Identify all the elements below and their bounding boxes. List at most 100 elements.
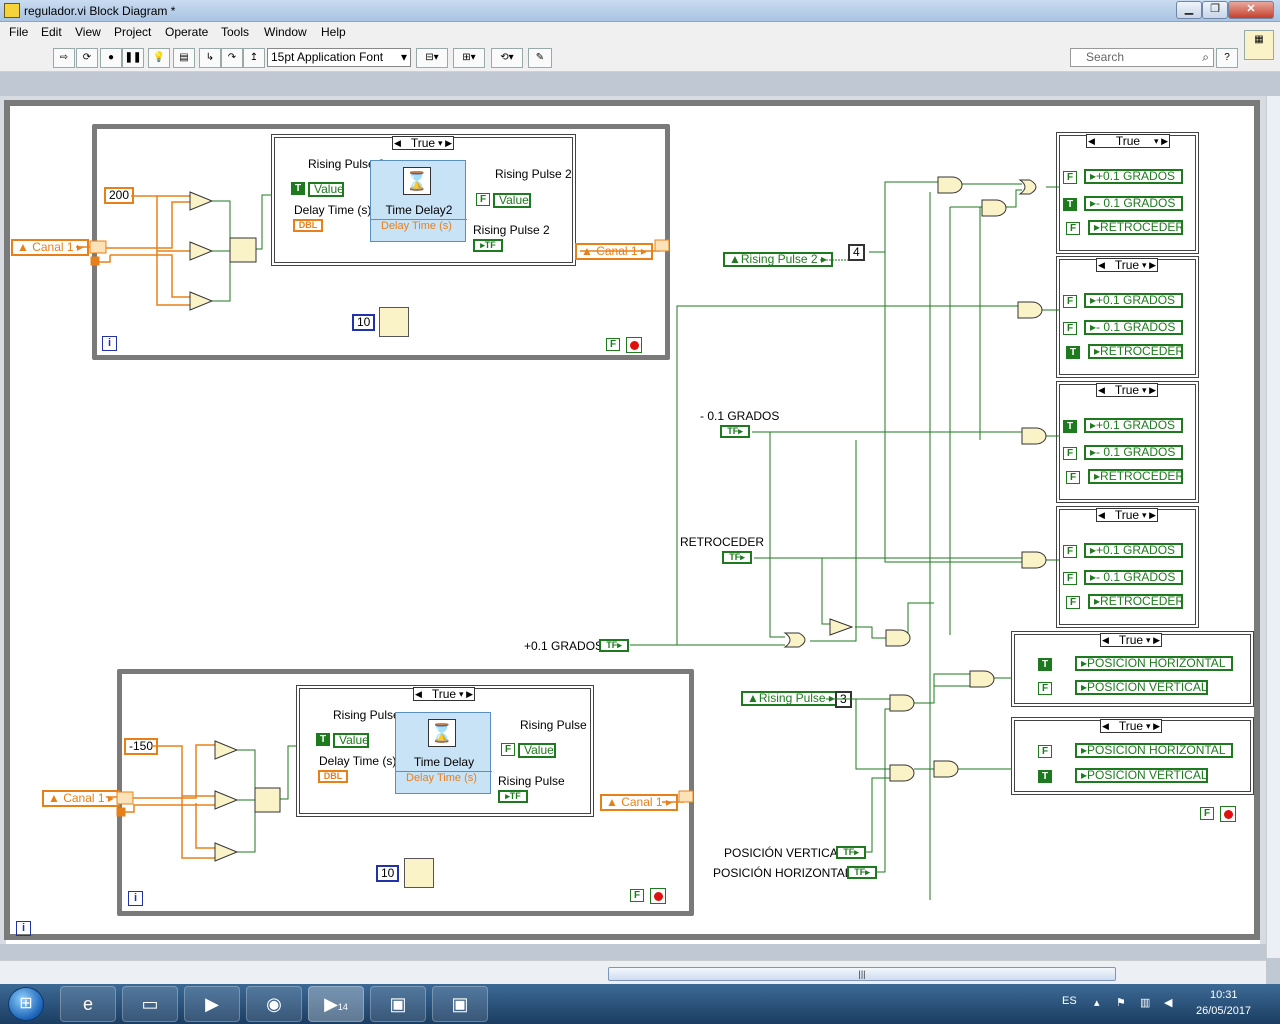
run-arrow-icon[interactable]: ⇨ bbox=[53, 48, 75, 68]
case-2-item-3-const[interactable]: T bbox=[1066, 346, 1080, 359]
top-rising-pulse-value-in[interactable]: Value bbox=[308, 182, 344, 197]
bottom-threshold-constant[interactable]: -150 bbox=[124, 738, 159, 755]
internet-explorer-icon[interactable]: e bbox=[60, 986, 116, 1022]
rising-pulse-local[interactable]: ▲Rising Pulse ▸ bbox=[741, 691, 841, 706]
case-4-item-1[interactable]: ▸+0.1 GRADOS bbox=[1084, 543, 1183, 558]
case-6-item-2[interactable]: ▸POSICIÓN VERTICAL bbox=[1075, 768, 1208, 783]
font-select[interactable]: 15pt Application Font ▾ bbox=[267, 48, 411, 67]
run-continuously-icon[interactable]: ⟳ bbox=[76, 48, 98, 68]
close-button[interactable]: ✕ bbox=[1228, 1, 1274, 19]
top-threshold-constant[interactable]: 200 bbox=[104, 187, 135, 204]
case-3-item-1[interactable]: ▸+0.1 GRADOS bbox=[1084, 418, 1183, 433]
bottom-rising-pulse-value-out[interactable]: Value bbox=[518, 743, 556, 758]
case-structure-3[interactable] bbox=[1056, 381, 1199, 503]
pos-vertical-control[interactable]: TF▸ bbox=[836, 846, 866, 859]
case-1-item-3[interactable]: ▸RETROCEDER bbox=[1088, 220, 1184, 235]
top-channel-in-control[interactable]: ▲ Canal 1 ▸ bbox=[11, 239, 89, 256]
file-explorer-icon[interactable]: ▭ bbox=[122, 986, 178, 1022]
menu-window[interactable]: Window bbox=[264, 25, 307, 39]
chrome-icon[interactable]: ◉ bbox=[246, 986, 302, 1022]
case-6-item-1-const[interactable]: F bbox=[1038, 745, 1052, 758]
labview-front-panel-icon[interactable]: ▣ bbox=[370, 986, 426, 1022]
menu-project[interactable]: Project bbox=[114, 25, 151, 39]
align-objects-icon[interactable]: ⊟▾ bbox=[416, 48, 448, 68]
case-1-selector[interactable]: True bbox=[1086, 134, 1170, 148]
top-true-constant[interactable]: T bbox=[291, 182, 305, 195]
cleanup-diagram-icon[interactable]: ✎ bbox=[528, 48, 552, 68]
bottom-case-selector[interactable]: True bbox=[413, 687, 475, 701]
case-6-item-2-const[interactable]: T bbox=[1038, 770, 1052, 783]
abort-icon[interactable]: ● bbox=[100, 48, 122, 68]
case-5-item-1-const[interactable]: T bbox=[1038, 658, 1052, 671]
minimize-button[interactable]: ▁ bbox=[1176, 1, 1202, 19]
case-4-item-1-const[interactable]: F bbox=[1063, 545, 1077, 558]
bottom-false-constant[interactable]: F bbox=[501, 743, 515, 756]
language-indicator[interactable]: ES bbox=[1062, 995, 1077, 1007]
reorder-icon[interactable]: ⟲▾ bbox=[491, 48, 523, 68]
maximize-button[interactable]: ❐ bbox=[1202, 1, 1228, 19]
case-1-item-2[interactable]: ▸- 0.1 GRADOS bbox=[1084, 196, 1183, 211]
bottom-wait-ms-constant[interactable]: 10 bbox=[376, 865, 400, 882]
case-5-item-2[interactable]: ▸POSICIÓN VERTICAL bbox=[1075, 680, 1208, 695]
labview-taskbar-icon[interactable]: ▶14 bbox=[308, 986, 364, 1022]
case-2-item-1-const[interactable]: F bbox=[1063, 295, 1077, 308]
windows-start-icon[interactable]: ⊞ bbox=[8, 987, 44, 1021]
volume-icon[interactable]: ◀ bbox=[1164, 996, 1172, 1009]
top-stop-terminal[interactable]: F bbox=[606, 337, 644, 353]
case-structure-4[interactable] bbox=[1056, 506, 1199, 628]
bottom-channel-in-control[interactable]: ▲ Canal 1 ▸ bbox=[42, 790, 120, 807]
horizontal-scroll-thumb[interactable]: ||| bbox=[608, 967, 1116, 981]
top-wait-ms-icon[interactable] bbox=[379, 307, 409, 337]
case-2-item-2-const[interactable]: F bbox=[1063, 322, 1077, 335]
case-3-item-1-const[interactable]: T bbox=[1063, 420, 1077, 433]
case-5-item-2-const[interactable]: F bbox=[1038, 682, 1052, 695]
search-input[interactable]: Search ⌕ bbox=[1070, 48, 1214, 67]
retain-wire-values-icon[interactable]: ▤ bbox=[173, 48, 195, 68]
step-out-icon[interactable]: ↥ bbox=[243, 48, 265, 68]
bottom-time-delay-block[interactable]: ⌛ Time Delay Delay Time (s) bbox=[395, 712, 492, 794]
case-4-selector[interactable]: True bbox=[1096, 508, 1158, 522]
top-time-delay-block[interactable]: ⌛ Time Delay2 Delay Time (s) bbox=[370, 160, 467, 242]
case-1-item-1-const[interactable]: F bbox=[1063, 171, 1077, 184]
vertical-scrollbar[interactable] bbox=[1266, 96, 1280, 958]
case-4-item-2[interactable]: ▸- 0.1 GRADOS bbox=[1084, 570, 1183, 585]
top-dbl-control[interactable]: DBL bbox=[293, 219, 323, 232]
step-over-icon[interactable]: ↷ bbox=[221, 48, 243, 68]
case-2-item-1[interactable]: ▸+0.1 GRADOS bbox=[1084, 293, 1183, 308]
pause-icon[interactable]: ❚❚ bbox=[122, 48, 144, 68]
menu-operate[interactable]: Operate bbox=[165, 25, 208, 39]
case-4-item-2-const[interactable]: F bbox=[1063, 572, 1077, 585]
constant-4[interactable]: 4 bbox=[848, 244, 865, 261]
bottom-channel-out-indicator[interactable]: ▲ Canal 1 ▸ bbox=[600, 794, 678, 811]
action-center-icon[interactable]: ⚑ bbox=[1116, 996, 1126, 1009]
case-2-item-3[interactable]: ▸RETROCEDER bbox=[1088, 344, 1184, 359]
top-wait-ms-constant[interactable]: 10 bbox=[352, 314, 376, 331]
case-2-selector[interactable]: True bbox=[1096, 258, 1158, 272]
outer-stop-terminal[interactable]: F bbox=[1200, 806, 1238, 822]
bottom-dbl-control[interactable]: DBL bbox=[318, 770, 348, 783]
menu-edit[interactable]: Edit bbox=[41, 25, 62, 39]
bottom-stop-terminal[interactable]: F bbox=[630, 888, 668, 904]
top-delay-time-port[interactable]: Delay Time (s) bbox=[371, 219, 467, 233]
context-help-icon[interactable]: ? bbox=[1216, 48, 1238, 68]
case-3-item-2[interactable]: ▸- 0.1 GRADOS bbox=[1084, 445, 1183, 460]
vi-icon[interactable]: ▦ bbox=[1244, 30, 1274, 60]
retroceder-control[interactable]: TF▸ bbox=[722, 551, 752, 564]
rising-pulse2-local[interactable]: ▲Rising Pulse 2 ▸ bbox=[723, 252, 833, 267]
case-4-item-3[interactable]: ▸RETROCEDER bbox=[1088, 594, 1184, 609]
pos-horizontal-control[interactable]: TF▸ bbox=[847, 866, 877, 879]
menu-tools[interactable]: Tools bbox=[221, 25, 249, 39]
menu-help[interactable]: Help bbox=[321, 25, 346, 39]
clock-date[interactable]: 26/05/2017 bbox=[1196, 1005, 1251, 1017]
media-player-icon[interactable]: ▶ bbox=[184, 986, 240, 1022]
case-3-selector[interactable]: True bbox=[1096, 383, 1158, 397]
bottom-wait-ms-icon[interactable] bbox=[404, 858, 434, 888]
bottom-delay-time-port[interactable]: Delay Time (s) bbox=[396, 771, 492, 785]
horizontal-scrollbar[interactable]: ||| bbox=[0, 960, 1266, 984]
case-3-item-3-const[interactable]: F bbox=[1066, 471, 1080, 484]
top-rising-pulse-indicator[interactable]: ▸TF bbox=[473, 239, 503, 252]
step-into-icon[interactable]: ↳ bbox=[199, 48, 221, 68]
highlight-execution-icon[interactable]: 💡 bbox=[148, 48, 170, 68]
case-5-item-1[interactable]: ▸POSICIÓN HORIZONTAL bbox=[1075, 656, 1233, 671]
top-case-selector[interactable]: True bbox=[392, 136, 454, 150]
